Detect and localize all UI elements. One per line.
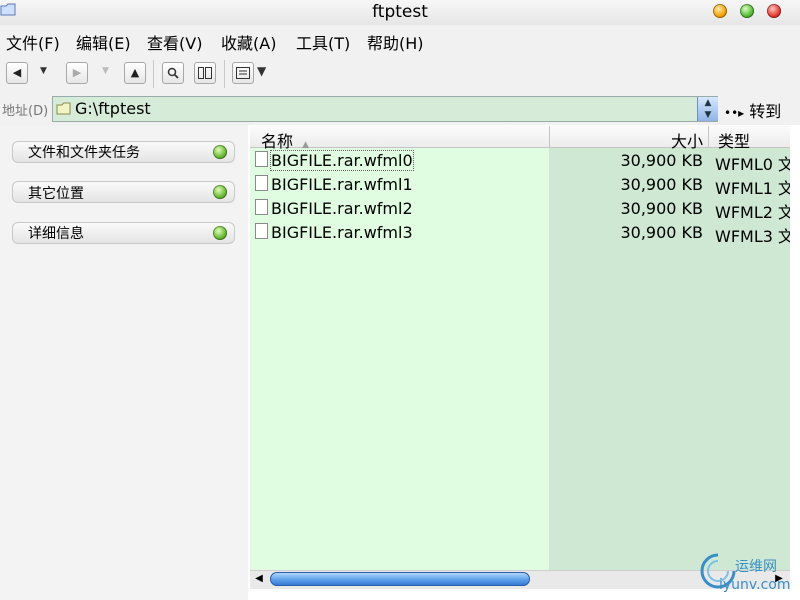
task-group-label: 其它位置 — [28, 186, 84, 202]
file-icon — [255, 199, 268, 215]
close-button[interactable] — [767, 4, 781, 18]
address-dropdown-button[interactable]: ▲ ▼ — [697, 97, 718, 121]
go-label: 转到 — [749, 102, 782, 121]
address-label: 地址(D) — [2, 104, 49, 119]
file-type: WFML2 文件 — [715, 203, 790, 222]
menu-favorites[interactable]: 收藏(A) — [221, 30, 276, 54]
search-icon — [167, 67, 179, 79]
back-history-dropdown[interactable]: ▼ — [40, 66, 47, 76]
file-type: WFML3 文件 — [715, 227, 790, 246]
back-arrow-icon: ◀ — [12, 66, 22, 79]
minimize-button[interactable] — [713, 4, 727, 18]
toolbar-separator — [224, 60, 225, 88]
scroll-left-button[interactable]: ◀ — [252, 571, 266, 587]
maximize-button[interactable] — [740, 4, 754, 18]
view-mode-button[interactable] — [232, 62, 254, 84]
file-icon — [255, 151, 268, 167]
forward-button[interactable]: ▶ — [66, 62, 88, 84]
column-header-bar — [250, 126, 790, 148]
sort-ascending-icon: ▲ — [302, 140, 310, 150]
column-divider[interactable] — [708, 126, 709, 148]
menu-edit[interactable]: 编辑(E) — [76, 30, 131, 54]
expand-icon[interactable] — [213, 185, 227, 199]
file-size: 30,900 KB — [620, 151, 703, 170]
folder-icon — [56, 102, 71, 115]
file-icon — [255, 223, 268, 239]
column-divider[interactable] — [549, 126, 550, 148]
file-size: 30,900 KB — [620, 175, 703, 194]
menu-help[interactable]: 帮助(H) — [367, 30, 424, 54]
column-name-label: 名称 — [261, 132, 294, 151]
watermark-text: 运维网 — [735, 559, 777, 575]
view-mode-dropdown[interactable]: ▼ — [257, 64, 266, 78]
folders-button[interactable] — [194, 62, 216, 84]
file-size: 30,900 KB — [620, 223, 703, 242]
folders-icon — [198, 67, 212, 79]
up-arrow-icon: ▲ — [130, 66, 140, 79]
watermark-url: iyunv.com — [719, 577, 791, 593]
task-group-label: 详细信息 — [28, 226, 84, 242]
file-name[interactable]: BIGFILE.rar.wfml1 — [271, 175, 413, 194]
forward-arrow-icon: ▶ — [72, 66, 82, 79]
file-size: 30,900 KB — [620, 199, 703, 218]
forward-history-dropdown[interactable]: ▼ — [102, 66, 109, 76]
chevron-down-icon: ▲ ▼ — [704, 98, 712, 120]
up-button[interactable]: ▲ — [124, 62, 146, 84]
address-field[interactable] — [52, 96, 718, 122]
menu-tools[interactable]: 工具(T) — [296, 30, 350, 54]
file-name[interactable]: BIGFILE.rar.wfml2 — [271, 199, 413, 218]
expand-icon[interactable] — [213, 145, 227, 159]
go-arrow-icon: ••▸ — [724, 106, 745, 120]
search-button[interactable] — [162, 62, 184, 84]
address-value[interactable]: G:\ftptest — [75, 99, 151, 118]
column-header-type[interactable]: 类型 — [718, 128, 750, 152]
file-name[interactable]: BIGFILE.rar.wfml0 — [270, 150, 414, 171]
view-mode-icon — [236, 67, 250, 79]
file-type: WFML0 文件 — [715, 155, 790, 174]
expand-icon[interactable] — [213, 226, 227, 240]
go-button[interactable]: ••▸ 转到 — [724, 98, 781, 122]
column-header-name[interactable]: 名称 ▲ — [261, 128, 309, 152]
file-type: WFML1 文件 — [715, 179, 790, 198]
file-icon — [255, 175, 268, 191]
toolbar-separator — [153, 60, 154, 88]
back-button[interactable]: ◀ — [6, 62, 28, 84]
arrow-left-icon: ◀ — [255, 573, 263, 584]
column-header-size[interactable]: 大小 — [560, 128, 703, 152]
menu-view[interactable]: 查看(V) — [147, 30, 202, 54]
scrollbar-thumb[interactable] — [270, 572, 530, 586]
toolbar — [0, 57, 800, 93]
menu-file[interactable]: 文件(F) — [6, 30, 60, 54]
file-name[interactable]: BIGFILE.rar.wfml3 — [271, 223, 413, 242]
window-title: ftptest — [372, 2, 428, 22]
task-group-label: 文件和文件夹任务 — [28, 145, 140, 161]
